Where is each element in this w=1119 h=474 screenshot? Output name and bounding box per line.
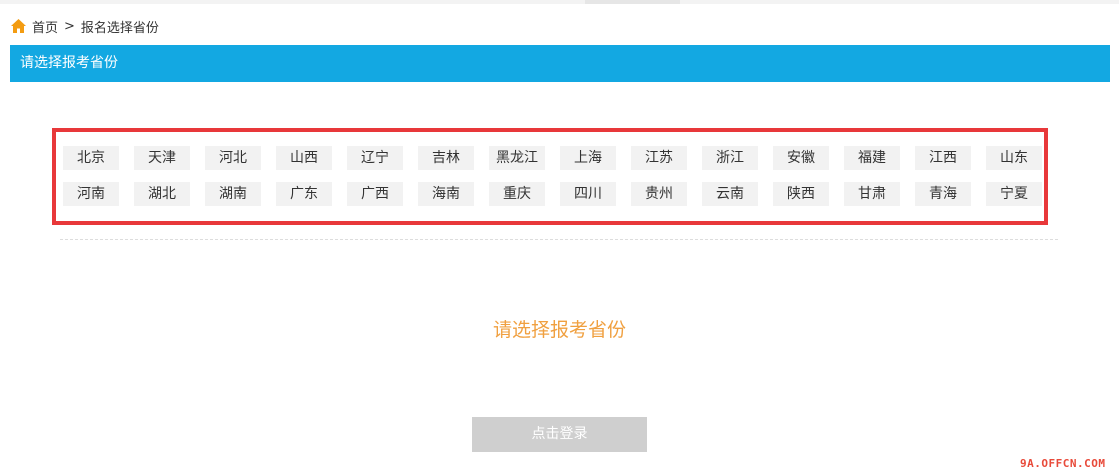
province-button[interactable]: 广东 [276, 182, 332, 206]
province-button[interactable]: 黑龙江 [489, 146, 545, 170]
province-button[interactable]: 青海 [915, 182, 971, 206]
province-button[interactable]: 广西 [347, 182, 403, 206]
province-button[interactable]: 湖南 [205, 182, 261, 206]
province-selection-box: 北京 天津 河北 山西 辽宁 吉林 黑龙江 上海 江苏 浙江 安徽 福建 江西 山东河南 湖北 湖南 广东 广西海… [52, 128, 1048, 225]
section-title-bar: 请选择报考省份 [10, 45, 1110, 82]
province-button[interactable]: 湖北 [134, 182, 190, 206]
province-button[interactable]: 吉林 [418, 146, 474, 170]
province-button[interactable]: 重庆 [489, 182, 545, 206]
province-button[interactable]: 浙江 [702, 146, 758, 170]
province-button[interactable]: 天津 [134, 146, 190, 170]
breadcrumb-separator: > [64, 18, 75, 34]
province-button[interactable]: 江西 [915, 146, 971, 170]
breadcrumb-home-link[interactable]: 首页 [32, 17, 58, 36]
province-button[interactable]: 山西 [276, 146, 332, 170]
select-province-prompt: 请选择报考省份 [492, 319, 626, 341]
breadcrumb: 首页 > 报名选择省份 [10, 16, 159, 36]
province-button[interactable]: 陕西 [773, 182, 829, 206]
province-button[interactable]: 四川 [560, 182, 616, 206]
breadcrumb-current: 报名选择省份 [80, 20, 159, 36]
province-button[interactable]: 福建 [844, 146, 900, 170]
province-button[interactable]: 上海 [560, 146, 616, 170]
province-button[interactable]: 山东 [986, 146, 1042, 170]
province-button[interactable]: 甘肃 [844, 182, 900, 206]
province-button[interactable]: 安徽 [773, 146, 829, 170]
dashed-divider [60, 239, 1058, 240]
province-button[interactable]: 河南 [63, 182, 119, 206]
home-icon[interactable] [10, 18, 27, 34]
province-button[interactable]: 江苏 [631, 146, 687, 170]
top-divider [0, 0, 1119, 4]
province-button[interactable]: 北京 [63, 146, 119, 170]
province-button[interactable]: 河北 [205, 146, 261, 170]
login-button[interactable]: 点击登录 [472, 417, 647, 452]
province-button[interactable]: 贵州 [631, 182, 687, 206]
watermark-logo: 9A.OFFCN.COM [1020, 457, 1106, 470]
province-button[interactable]: 云南 [702, 182, 758, 206]
province-button[interactable]: 辽宁 [347, 146, 403, 170]
province-button[interactable]: 海南 [418, 182, 474, 206]
province-button[interactable]: 宁夏 [986, 182, 1042, 206]
top-notch [585, 0, 680, 4]
